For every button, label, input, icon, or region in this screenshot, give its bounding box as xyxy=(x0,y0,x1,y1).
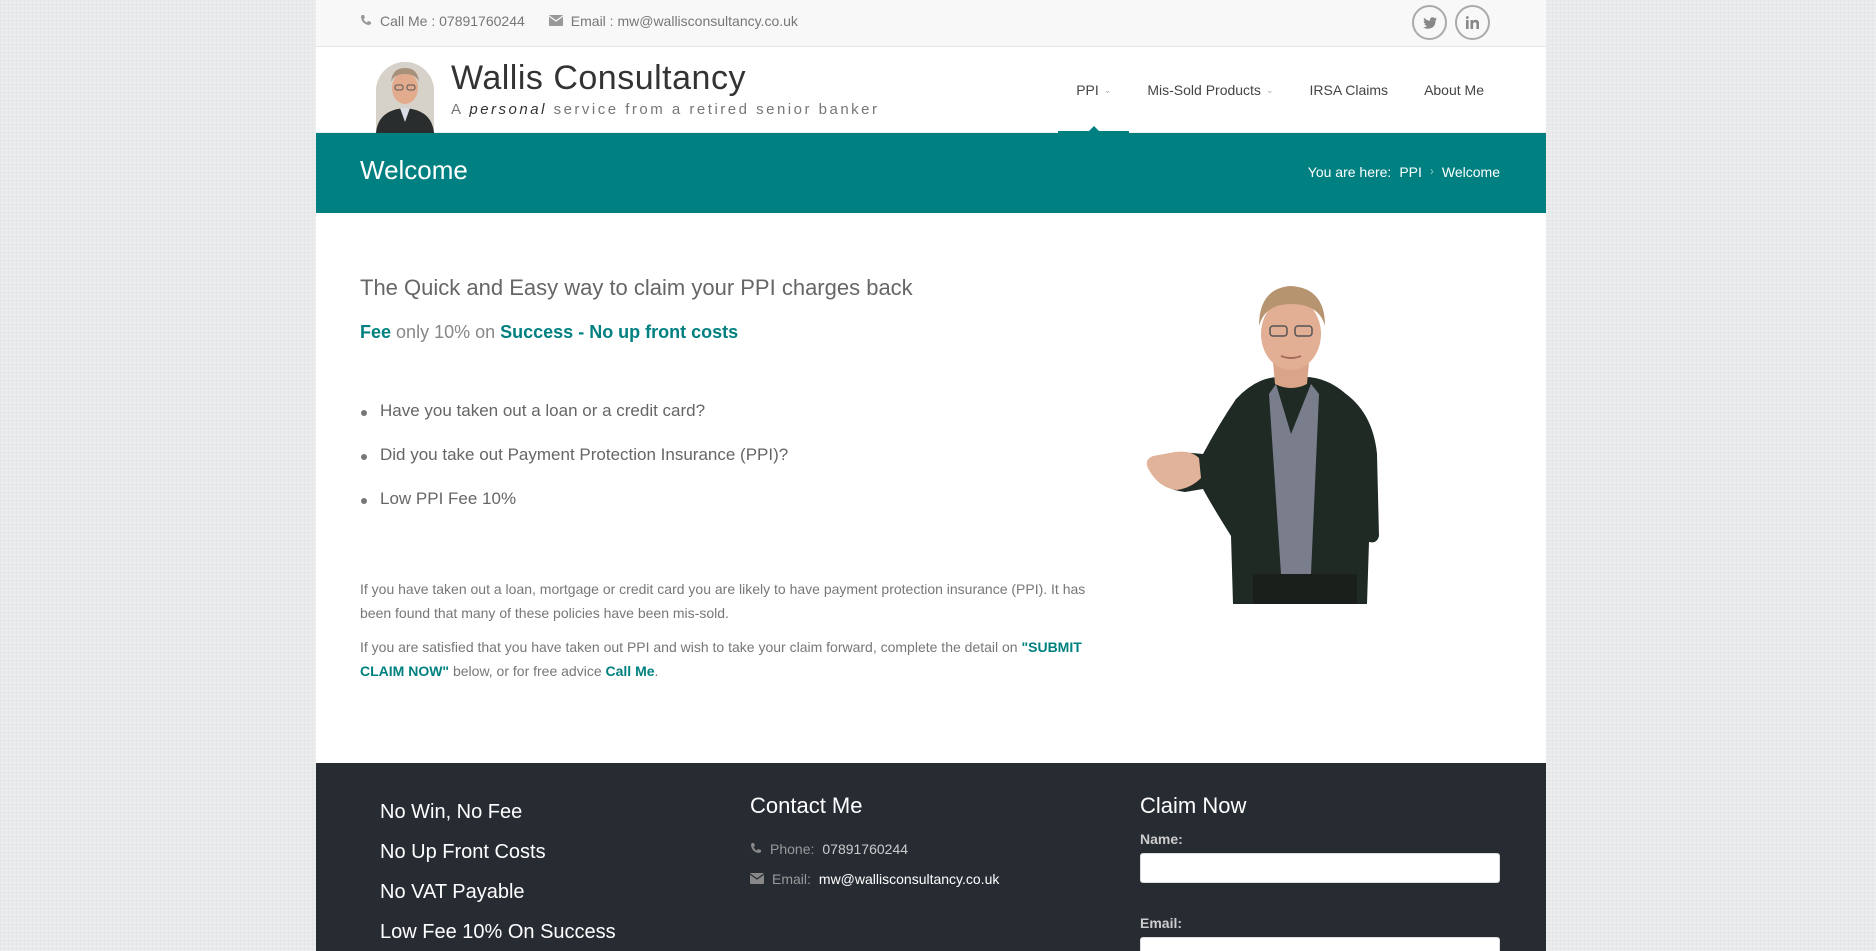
claim-paragraph-text: If you are satisfied that you have taken… xyxy=(360,639,1018,655)
site-header: Wallis Consultancy A personal service fr… xyxy=(316,47,1546,134)
footer-email-link[interactable]: mw@wallisconsultancy.co.uk xyxy=(819,871,999,887)
intro-paragraph: If you have taken out a loan, mortgage o… xyxy=(360,581,1086,621)
nav-item-mis-sold-label: Mis-Sold Products xyxy=(1147,82,1261,98)
page-title: Welcome xyxy=(360,155,468,185)
site-title[interactable]: Wallis Consultancy xyxy=(451,59,746,98)
phone-icon xyxy=(750,841,762,857)
footer-phone: Phone: 07891760244 xyxy=(750,841,999,857)
top-contact: Call Me : 07891760244 Email : mw@wallisc… xyxy=(360,13,798,29)
site-footer: No Win, No Fee No Up Front Costs No VAT … xyxy=(316,763,1546,951)
fee-mid: only 10% on xyxy=(396,322,496,342)
footer-feature: Low Fee 10% On Success xyxy=(380,921,616,943)
fee-word: Fee xyxy=(360,322,392,342)
claim-form: Claim Now Name: Email: xyxy=(1140,793,1500,951)
nav-item-about-label: About Me xyxy=(1424,82,1484,98)
name-label: Name: xyxy=(1140,831,1183,847)
footer-feature: No VAT Payable xyxy=(380,881,525,903)
footer-contact: Contact Me Phone: 07891760244 Email: mw@… xyxy=(749,793,999,887)
chevron-down-icon: ⌄ xyxy=(1265,84,1274,95)
phone-icon xyxy=(360,13,372,29)
name-field[interactable] xyxy=(1140,853,1500,883)
main-content: The Quick and Easy way to claim your PPI… xyxy=(316,213,1546,761)
nav-item-about-me[interactable]: About Me xyxy=(1406,47,1502,133)
nav-item-irsa-claims[interactable]: IRSA Claims xyxy=(1291,47,1406,133)
fee-line: Fee only 10% on Success - No up front co… xyxy=(360,322,738,343)
page-container: Call Me : 07891760244 Email : mw@wallisc… xyxy=(316,0,1546,951)
list-item: Have you taken out a loan or a credit ca… xyxy=(360,401,788,445)
tagline-emphasis: personal xyxy=(469,101,547,118)
top-email[interactable]: Email : mw@wallisconsultancy.co.uk xyxy=(548,13,798,29)
claim-paragraph: If you are satisfied that you have taken… xyxy=(360,635,1100,683)
question-list: Have you taken out a loan or a credit ca… xyxy=(360,401,788,533)
main-nav: PPI ⌄ Mis-Sold Products ⌄ IRSA Claims Ab… xyxy=(1058,47,1502,134)
breadcrumb-link-ppi[interactable]: PPI xyxy=(1399,164,1422,180)
footer-phone-value: 07891760244 xyxy=(822,841,909,857)
breadcrumb-current: Welcome xyxy=(1441,164,1500,180)
nav-item-irsa-label: IRSA Claims xyxy=(1309,82,1389,98)
footer-email: Email: mw@wallisconsultancy.co.uk xyxy=(749,871,999,887)
top-email-text: Email : mw@wallisconsultancy.co.uk xyxy=(570,13,798,29)
footer-feature: No Up Front Costs xyxy=(380,841,546,863)
chevron-right-icon: › xyxy=(1429,164,1434,178)
list-item: Low PPI Fee 10% xyxy=(360,489,788,533)
nav-item-ppi[interactable]: PPI ⌄ xyxy=(1058,47,1130,134)
main-headline: The Quick and Easy way to claim your PPI… xyxy=(360,275,913,300)
envelope-icon xyxy=(749,871,765,887)
social-links xyxy=(1412,5,1490,40)
fee-success: Success - No up front costs xyxy=(500,322,739,342)
page-title-bar: Welcome You are here: PPI › Welcome xyxy=(316,133,1546,213)
footer-feature: No Win, No Fee xyxy=(380,801,523,823)
linkedin-icon[interactable] xyxy=(1455,5,1490,40)
envelope-icon xyxy=(548,13,564,29)
claim-paragraph-end: . xyxy=(654,663,659,679)
footer-phone-label: Phone: xyxy=(770,841,815,857)
nav-item-ppi-label: PPI xyxy=(1076,82,1099,98)
tagline-rest: service from a retired senior banker xyxy=(553,101,880,118)
email-field[interactable] xyxy=(1140,937,1500,951)
twitter-icon[interactable] xyxy=(1412,5,1447,40)
tagline-a: A xyxy=(451,101,463,118)
site-tagline: A personal service from a retired senior… xyxy=(451,101,880,118)
email-label: Email: xyxy=(1140,915,1183,931)
claim-paragraph-text-2: below, or for free advice xyxy=(452,663,602,679)
logo-portrait[interactable] xyxy=(376,62,434,133)
call-me-link[interactable]: Call Me xyxy=(606,663,655,679)
consultant-photo xyxy=(1141,274,1433,604)
chevron-down-icon: ⌄ xyxy=(1103,84,1112,95)
list-item: Did you take out Payment Protection Insu… xyxy=(360,445,788,489)
breadcrumb-prefix: You are here: xyxy=(1307,164,1392,180)
top-bar: Call Me : 07891760244 Email : mw@wallisc… xyxy=(316,0,1546,47)
footer-features: No Win, No Fee No Up Front Costs No VAT … xyxy=(380,801,616,951)
breadcrumb: You are here: PPI › Welcome xyxy=(1308,164,1500,180)
top-phone-text: Call Me : 07891760244 xyxy=(380,13,525,29)
contact-title: Contact Me xyxy=(750,793,863,818)
claim-title: Claim Now xyxy=(1140,793,1247,818)
top-phone[interactable]: Call Me : 07891760244 xyxy=(360,13,525,29)
nav-item-mis-sold-products[interactable]: Mis-Sold Products ⌄ xyxy=(1129,47,1291,133)
footer-email-label: Email: xyxy=(772,871,811,887)
